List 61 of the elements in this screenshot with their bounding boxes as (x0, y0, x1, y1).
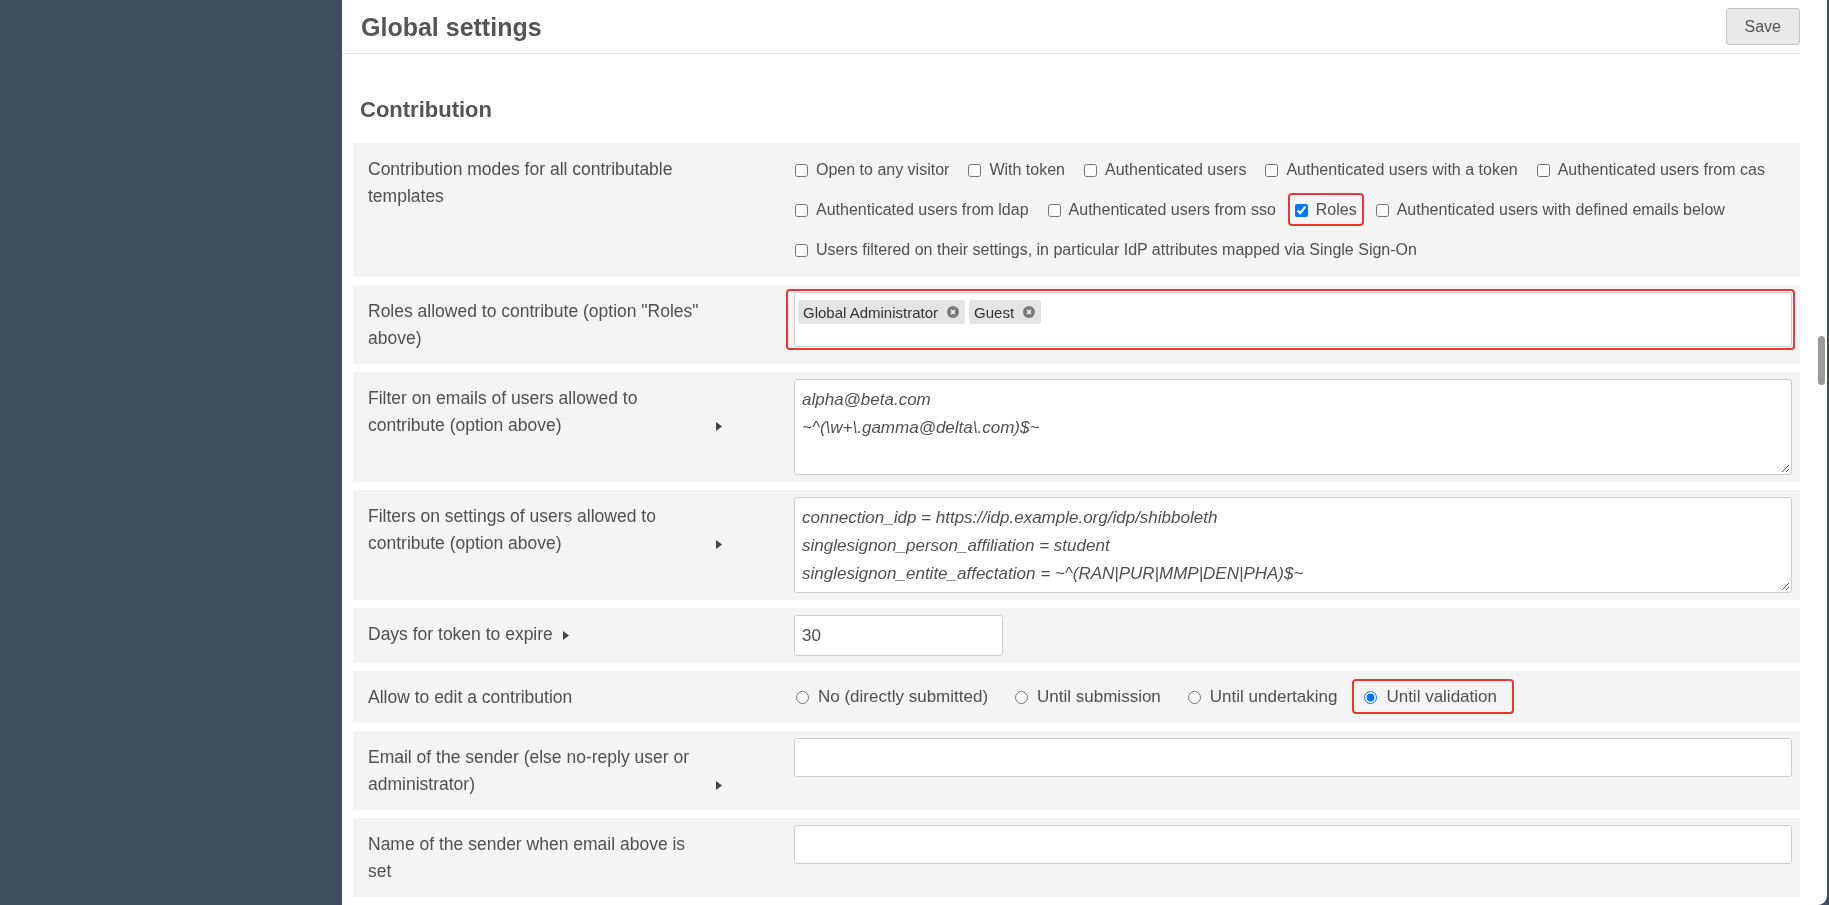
text-field[interactable] (794, 825, 1792, 864)
remove-icon[interactable] (1023, 306, 1036, 318)
caret-icon[interactable] (716, 421, 722, 431)
checkbox[interactable] (795, 244, 808, 257)
checkbox[interactable] (795, 204, 808, 217)
radio-button[interactable] (1015, 691, 1029, 704)
setting-label: Email of the sender (else no-reply user or administrator) (368, 745, 690, 796)
textarea-line: alpha@beta.com (802, 389, 932, 411)
checkbox-label[interactable]: With token (989, 161, 1065, 178)
number-field[interactable]: 30 (794, 615, 1003, 656)
checkbox[interactable] (1536, 164, 1550, 177)
radio-button[interactable] (1364, 691, 1378, 704)
text-field[interactable] (794, 738, 1792, 777)
save-button[interactable]: Save (1725, 8, 1800, 45)
setting-label: Days for token to expire (368, 622, 553, 646)
checkbox[interactable] (795, 164, 808, 177)
textarea-line: singlesignon_person_affiliation = student (802, 535, 1112, 557)
radio-button[interactable] (1187, 691, 1201, 704)
checkbox[interactable] (968, 164, 982, 177)
textarea-line: singlesignon_entite_affectation = ~^(RAN|PUR|MMP|DEN|PHA)$~ (802, 563, 1305, 585)
caret-icon[interactable] (716, 539, 722, 549)
page-title: Global settings (361, 11, 542, 42)
setting-label: Name of the sender when email above is set (368, 832, 687, 883)
resize-grip-icon[interactable] (1781, 464, 1789, 472)
checkbox-label[interactable]: Authenticated users from cas (1557, 161, 1765, 178)
checkbox[interactable] (1047, 204, 1061, 217)
radio-label[interactable]: Until submission (1037, 687, 1161, 706)
section-heading: Contribution (360, 98, 493, 122)
multi-select-field[interactable]: Global Administrator Guest (794, 292, 1792, 347)
caret-icon[interactable] (562, 630, 569, 640)
checkbox[interactable] (1265, 164, 1279, 177)
checkbox-label[interactable]: Authenticated users (1105, 161, 1247, 178)
textarea-line: ~^(\w+\.gamma@delta\.com)$~ (802, 417, 1041, 439)
textarea-field[interactable]: connection_idp = https://idp.example.org/idp/shibboleth singlesignon_person_affiliation = student singlesignon_entite_affectation = ~^(RAN|PUR|MMP|DEN|PHA)$~ (794, 497, 1792, 593)
radio-label[interactable]: Until undertaking (1209, 687, 1338, 706)
caret-icon[interactable] (716, 780, 722, 790)
setting-label: Contribution modes for all contributable templates (368, 157, 674, 208)
checkbox-label[interactable]: Roles (1315, 201, 1357, 218)
checkbox-label[interactable]: Authenticated users with defined emails below (1396, 201, 1725, 218)
remove-icon[interactable] (947, 306, 960, 318)
radio-label[interactable]: No (directly submitted) (818, 687, 989, 706)
checkbox[interactable] (1294, 204, 1308, 217)
setting-label: Allow to edit a contribution (368, 685, 573, 709)
checkbox-label[interactable]: Open to any visitor (816, 161, 950, 178)
textarea-line: connection_idp = https://idp.example.org/idp/shibboleth (802, 507, 1219, 529)
tag-label: Global Administrator (803, 303, 939, 321)
radio-button[interactable] (796, 691, 809, 704)
resize-grip-icon[interactable] (1781, 582, 1789, 590)
textarea-field[interactable]: alpha@beta.com ~^(\w+\.gamma@delta\.com)$~ (794, 379, 1792, 475)
radio-label[interactable]: Until validation (1386, 687, 1497, 706)
setting-label: Roles allowed to contribute (option "Roles" above) (368, 299, 700, 350)
checkbox[interactable] (1375, 204, 1389, 217)
setting-label: Filter on emails of users allowed to contribute (option above) (368, 386, 639, 437)
tag-label: Guest (974, 303, 1015, 321)
checkbox[interactable] (1084, 164, 1097, 177)
checkbox-label[interactable]: Authenticated users with a token (1286, 161, 1518, 178)
setting-label: Filters on settings of users allowed to contribute (option above) (368, 504, 657, 555)
checkbox-label[interactable]: Authenticated users from sso (1068, 201, 1276, 218)
checkbox-label[interactable]: Authenticated users from ldap (816, 201, 1029, 218)
scrollbar-thumb[interactable] (1818, 336, 1825, 385)
checkbox-label[interactable]: Users filtered on their settings, in particular IdP attributes mapped via Single Sign-On (816, 241, 1417, 258)
